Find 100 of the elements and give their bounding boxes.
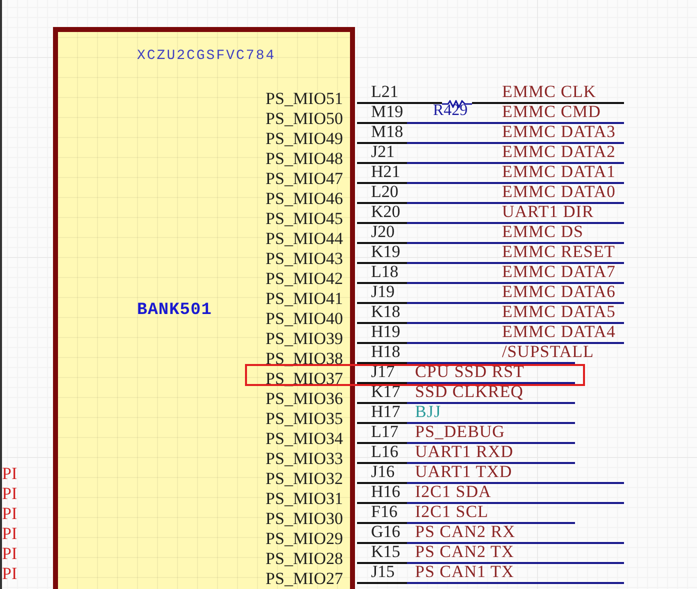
part-number: XCZU2CGSFVC784 (137, 48, 276, 64)
pin-name: PS_MIO40 (266, 313, 343, 324)
pin-name: PS_MIO49 (266, 133, 343, 144)
pin-name: PS_MIO45 (266, 213, 343, 224)
pin-number: L18 (371, 266, 398, 277)
pin-number: H16 (371, 486, 400, 497)
pin-name: PS_MIO28 (266, 553, 343, 564)
net-label: PI (2, 524, 18, 544)
net-label: EMMC DATA5 (502, 306, 616, 317)
pin-line (357, 462, 407, 464)
net-label: EMMC DATA1 (502, 166, 616, 177)
pin-number: H21 (371, 166, 400, 177)
pin-name: PS_MIO42 (266, 273, 343, 284)
pin-number: J20 (371, 226, 395, 237)
net-label: EMMC DS (502, 226, 584, 237)
pin-name: PS_MIO46 (266, 193, 343, 204)
pin-number: H17 (371, 406, 400, 417)
pin-number: K20 (371, 206, 400, 217)
pin-line (357, 222, 407, 224)
pin-number: F16 (371, 506, 398, 517)
net-label: PI (2, 464, 18, 484)
pin-line (357, 262, 407, 264)
pin-line (357, 322, 407, 324)
net-label: I2C1 SDA (415, 486, 492, 497)
pin-number: M18 (371, 126, 404, 137)
pin-number: K15 (371, 546, 400, 557)
net-label: EMMC DATA2 (502, 146, 616, 157)
pin-line (357, 562, 407, 564)
pin-number: L17 (371, 426, 398, 437)
pin-name: PS_MIO48 (266, 153, 343, 164)
net-label: EMMC DATA0 (502, 186, 616, 197)
pin-number: J17 (371, 366, 395, 377)
net-label: EMMC CLK (502, 86, 596, 97)
pin-name: PS_MIO31 (266, 493, 343, 504)
net-label: PI (2, 484, 18, 504)
pin-number: K18 (371, 306, 400, 317)
pin-line (357, 302, 407, 304)
net-label: EMMC DATA3 (502, 126, 616, 137)
pin-name: PS_MIO41 (266, 293, 343, 304)
pin-number: J19 (371, 286, 395, 297)
net-label: /SUPSTALL (502, 346, 594, 357)
net-label: PS CAN2 RX (415, 526, 516, 537)
pin-number: M19 (371, 106, 404, 117)
pin-line (357, 482, 407, 484)
pin-line (357, 542, 407, 544)
pin-line (357, 122, 407, 124)
net-label: CPU SSD RST (415, 366, 524, 377)
pin-line (357, 422, 407, 424)
pin-name: PS_MIO36 (266, 393, 343, 404)
pin-number: K19 (371, 246, 400, 257)
pin-line (357, 362, 407, 364)
pin-line (357, 202, 407, 204)
pin-line (357, 182, 407, 184)
pin-line (357, 282, 407, 284)
net-label: PI (2, 504, 18, 524)
pin-name: PS_MIO44 (266, 233, 343, 244)
pin-number: G16 (371, 526, 400, 537)
net-label: PS CAN1 TX (415, 566, 514, 577)
pin-name: PS_MIO30 (266, 513, 343, 524)
pin-name: PS_MIO29 (266, 533, 343, 544)
pin-line (357, 442, 407, 444)
net-label: EMMC RESET (502, 246, 616, 257)
pin-number: K17 (371, 386, 400, 397)
pin-number: L16 (371, 446, 398, 457)
net-label: UART1 DIR (502, 206, 594, 217)
net-label: BJJ (415, 406, 442, 417)
net-label: UART1 RXD (415, 446, 514, 457)
pin-line (357, 382, 407, 384)
pin-number: L20 (371, 186, 398, 197)
pin-name: PS_MIO47 (266, 173, 343, 184)
pin-line (357, 502, 407, 504)
pin-line (357, 142, 407, 144)
pin-name: PS_MIO35 (266, 413, 343, 424)
pin-name: PS_MIO27 (266, 573, 343, 584)
net-label: EMMC CMD (502, 106, 601, 117)
pin-number: H18 (371, 346, 400, 357)
net-label: PS_DEBUG (415, 426, 505, 437)
pin-line (357, 582, 407, 584)
net-label: PS CAN2 TX (415, 546, 514, 557)
net-label: EMMC DATA7 (502, 266, 616, 277)
pin-number: J21 (371, 146, 395, 157)
pin-name: PS_MIO43 (266, 253, 343, 264)
net-label: EMMC DATA4 (502, 326, 616, 337)
pin-line (357, 162, 407, 164)
pin-number: L21 (371, 86, 398, 97)
pin-number: H19 (371, 326, 400, 337)
pin-number: J16 (371, 466, 395, 477)
net-label: EMMC DATA6 (502, 286, 616, 297)
net-label: PI (2, 564, 18, 584)
pin-name: PS_MIO38 (266, 353, 343, 364)
pin-line (357, 242, 407, 244)
pin-name: PS_MIO51 (266, 93, 343, 104)
pin-name: PS_MIO39 (266, 333, 343, 344)
net-label: UART1 TXD (415, 466, 512, 477)
pin-line (357, 522, 407, 524)
pin-name: PS_MIO34 (266, 433, 343, 444)
pin-name: PS_MIO32 (266, 473, 343, 484)
bank-label: BANK501 (137, 301, 212, 320)
pin-line (357, 402, 407, 404)
pin-name: PS_MIO33 (266, 453, 343, 464)
